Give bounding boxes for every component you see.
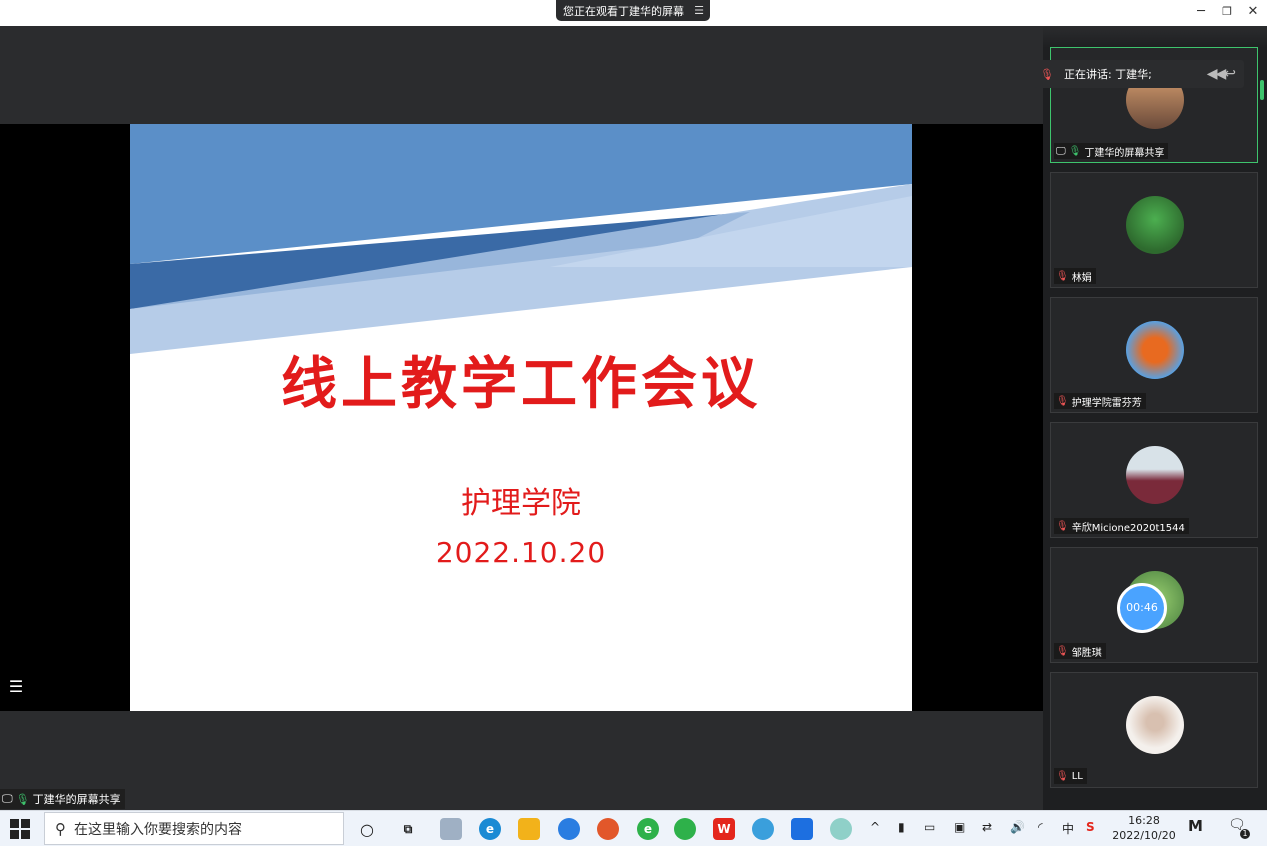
app-icon[interactable] (558, 818, 580, 840)
participant-name-label: 🖵 🎙 丁建华的屏幕共享 (1054, 143, 1169, 159)
mic-muted-icon: 🎙 (1056, 770, 1069, 782)
network-icon[interactable]: ⇄ (982, 820, 992, 834)
slide-date: 2022.10.20 (435, 536, 607, 569)
wechat-icon[interactable] (674, 818, 696, 840)
microphone-icon[interactable]: ▮ (898, 820, 905, 834)
participant-name: 林娟 (1071, 272, 1092, 284)
participant-tile[interactable]: 🎙 护理学院雷芬芳 (1050, 297, 1258, 413)
wps-icon[interactable]: W (713, 818, 735, 840)
berries-avatar (1126, 321, 1184, 379)
banner-text: 您正在观看丁建华的屏幕 (563, 4, 684, 18)
battery-icon[interactable]: ▭ (924, 820, 935, 834)
task-view-icon[interactable]: ⧉ (397, 818, 419, 840)
cortana-icon[interactable]: ○ (356, 818, 378, 840)
search-icon: ⚲ (55, 819, 66, 838)
presentation-slide: 线上教学工作会议 护理学院 2022.10.20 (130, 124, 912, 711)
list-icon[interactable]: ☰ (4, 676, 28, 698)
timer-badge: 00:46 (1117, 583, 1167, 633)
participant-tile[interactable]: 🎙 林娟 (1050, 172, 1258, 288)
participant-name: 邹胜琪 (1071, 647, 1102, 659)
mic-muted-icon: 🎙 (1056, 395, 1069, 407)
participant-name: LL (1071, 770, 1083, 782)
person-avatar (1126, 446, 1184, 504)
participant-name-label: 🎙 邹胜琪 (1054, 643, 1106, 659)
stage-share-label: 🖵 🎙 丁建华的屏幕共享 (0, 789, 125, 809)
hamburger-icon[interactable]: ☰ (694, 4, 704, 17)
notification-count: 1 (1240, 829, 1250, 839)
search-placeholder: 在这里输入你要搜索的内容 (74, 821, 242, 838)
participant-name-label: 🎙 LL (1054, 768, 1087, 784)
close-icon[interactable]: ✕ (1244, 3, 1262, 21)
search-box[interactable]: ⚲ 在这里输入你要搜索的内容 (44, 812, 344, 845)
participant-name-label: 🎙 林娟 (1054, 268, 1096, 284)
clock-time: 16:28 (1128, 814, 1160, 827)
mic-muted-icon: 🎙 (1056, 270, 1069, 282)
windows-start-icon[interactable] (10, 819, 30, 839)
chevron-up-icon[interactable]: ^ (870, 820, 880, 834)
mic-on-icon: 🎙 (15, 792, 30, 806)
ime-icon[interactable]: 中 (1062, 820, 1074, 837)
screen-share-banner[interactable]: 您正在观看丁建华的屏幕 ☰ (556, 0, 710, 21)
ie-browser-icon[interactable]: e (637, 818, 659, 840)
participant-tile[interactable]: 🎙 辛欣Micione2020t1544 (1050, 422, 1258, 538)
slide-subtitle: 护理学院 (461, 486, 581, 521)
tencent-meeting-icon[interactable] (791, 818, 813, 840)
collapse-arrows-icon[interactable]: ◀◀↩ (1207, 66, 1236, 82)
participant-name: 辛欣Micione2020t1544 (1071, 522, 1185, 534)
participant-name: 丁建华的屏幕共享 (1084, 147, 1165, 159)
wifi-icon[interactable]: ◜ (1038, 820, 1043, 834)
clock-date: 2022/10/20 (1112, 829, 1176, 842)
edge-icon[interactable]: e (479, 818, 501, 840)
participant-name-label: 🎙 护理学院雷芬芳 (1054, 393, 1146, 409)
screen-share-icon: 🖵 (2, 792, 13, 805)
mic-muted-icon: 🎙 (1056, 520, 1069, 532)
screen-share-icon: 🖵 (1056, 145, 1066, 157)
app-tray-icon[interactable]: M (1188, 817, 1203, 835)
app-icon[interactable] (440, 818, 462, 840)
girl-avatar (1126, 696, 1184, 754)
sogou-icon[interactable]: S (1086, 820, 1095, 834)
file-explorer-icon[interactable] (518, 818, 540, 840)
stage-share-label-text: 丁建华的屏幕共享 (32, 793, 121, 806)
taskbar: ⚲ 在这里输入你要搜索的内容 ○ ⧉ e e W ^ ▮ ▭ ▣ ⇄ 🔊 ◜ 中… (0, 810, 1267, 846)
participant-name: 护理学院雷芬芳 (1071, 397, 1142, 409)
minimize-icon[interactable]: ─ (1192, 3, 1210, 21)
mic-icon: 🎙 (1040, 67, 1054, 81)
speaking-indicator: 🎙 正在讲话: 丁建华; ◀◀↩ (1034, 60, 1244, 88)
mic-muted-icon: 🎙 (1056, 645, 1069, 657)
scrollbar[interactable] (1260, 80, 1264, 100)
participant-tile[interactable]: 🎙 LL (1050, 672, 1258, 788)
app-icon[interactable] (830, 818, 852, 840)
app-icon[interactable] (752, 818, 774, 840)
volume-icon[interactable]: 🔊 (1010, 820, 1025, 834)
clock[interactable]: 16:28 2022/10/20 (1112, 813, 1176, 843)
restore-icon[interactable]: ❐ (1218, 3, 1236, 21)
participant-tile[interactable]: 00:46 🎙 邹胜琪 (1050, 547, 1258, 663)
slide-title: 线上教学工作会议 (281, 352, 761, 417)
bird-avatar (1126, 196, 1184, 254)
participant-name-label: 🎙 辛欣Micione2020t1544 (1054, 518, 1189, 534)
app-tray-icon[interactable]: ▣ (954, 820, 965, 834)
sidebar-header (1043, 26, 1267, 48)
firefox-icon[interactable] (597, 818, 619, 840)
speaking-text: 正在讲话: 丁建华; (1063, 68, 1152, 81)
mic-on-icon: 🎙 (1068, 145, 1082, 157)
